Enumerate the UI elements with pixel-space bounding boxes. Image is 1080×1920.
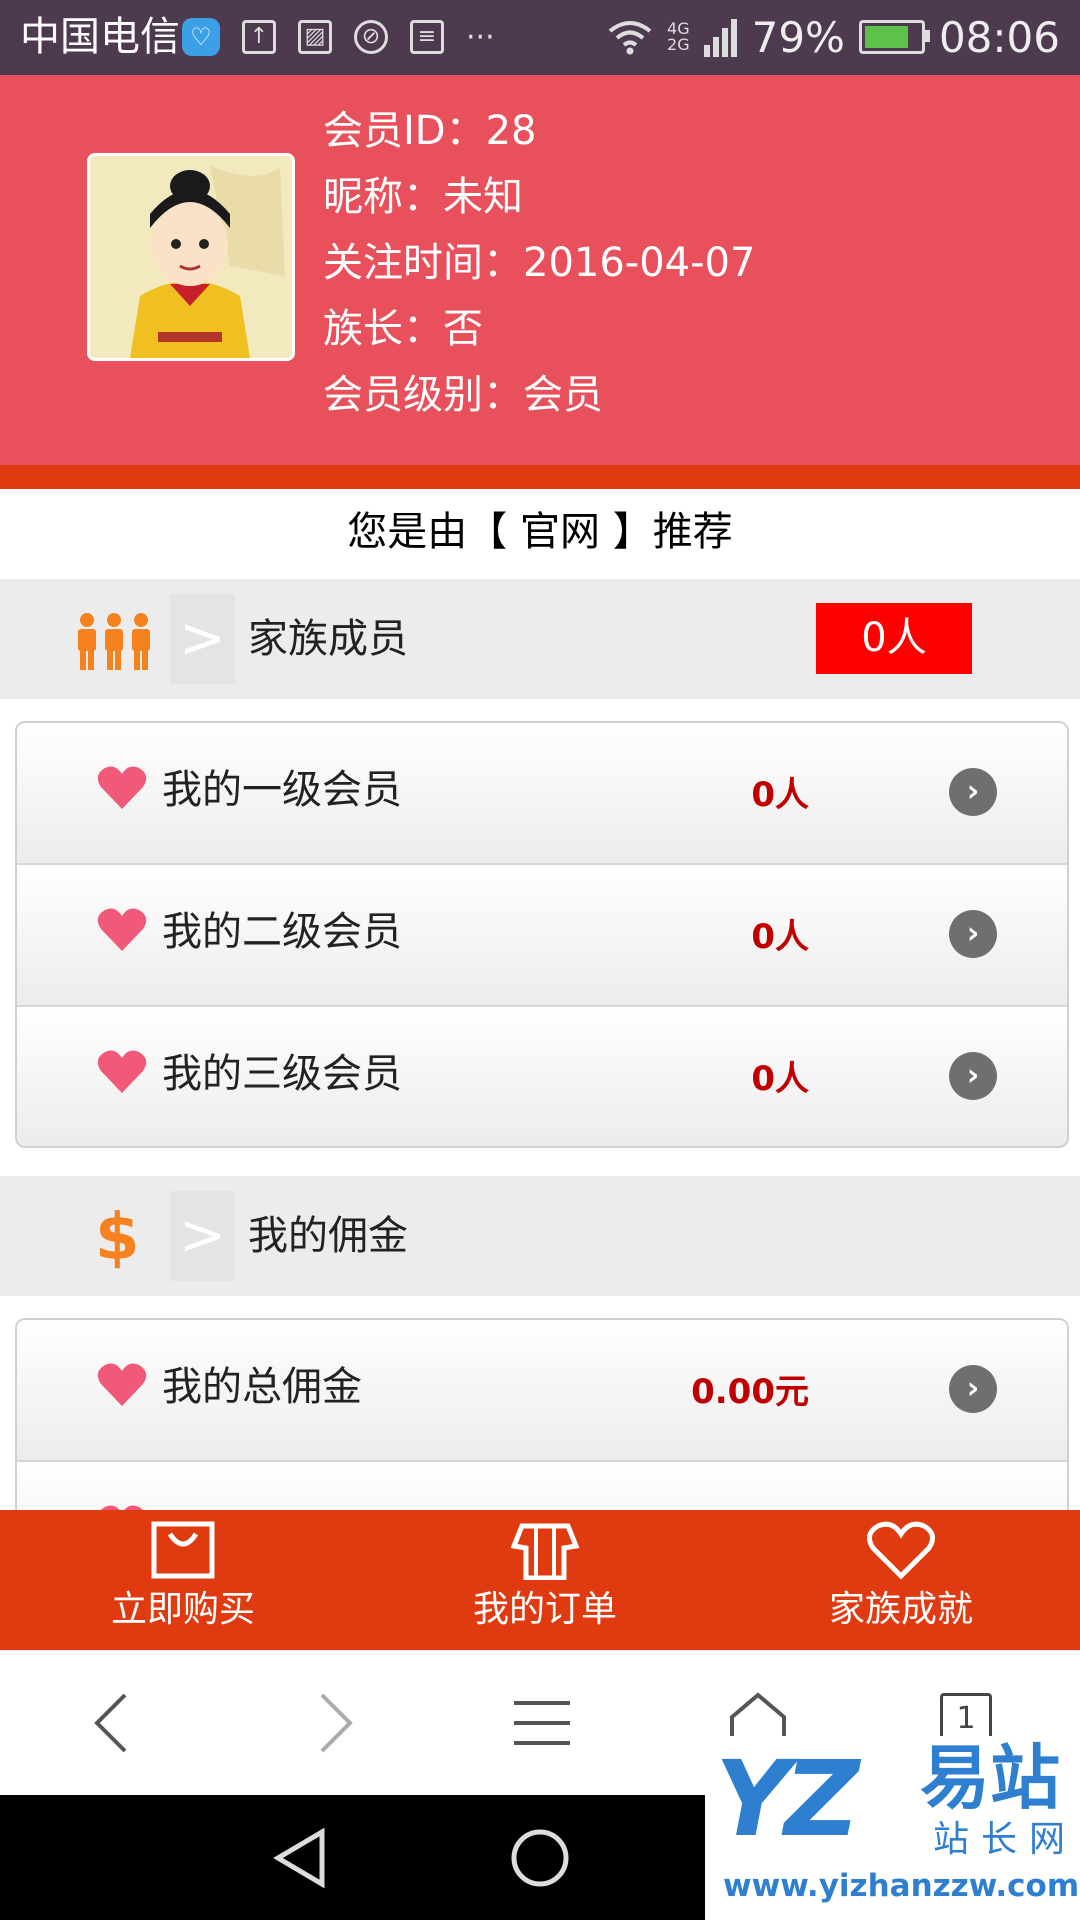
recommend-suffix: 推荐: [652, 509, 733, 555]
nickname: 昵称：未知: [323, 174, 523, 220]
patriarch-status: 族长：否: [323, 306, 483, 352]
menu-button[interactable]: [480, 1651, 600, 1796]
menu-icon: [514, 1701, 570, 1745]
header-stripe: [0, 465, 1080, 489]
watermark-yz: YZ: [715, 1738, 860, 1860]
commission-chevron-icon: >: [170, 1191, 235, 1281]
news-icon: ≡: [410, 20, 444, 54]
member-id: 会员ID：28: [323, 108, 537, 154]
avatar[interactable]: [87, 153, 295, 361]
watermark-logo: YZ 易站 站长网 www.yizhanzzw.com: [705, 1736, 1080, 1920]
chevron-right-icon[interactable]: ›: [949, 1365, 997, 1413]
chevron-right-icon[interactable]: ›: [949, 1052, 997, 1100]
system-home-icon[interactable]: [510, 1828, 570, 1888]
nav-label: 立即购买: [110, 1589, 255, 1630]
list-item-value: 0人: [751, 775, 809, 815]
image-icon: ▨: [298, 20, 332, 54]
list-item-level-1[interactable]: 我的一级会员 0人 ›: [17, 723, 1067, 865]
app-bottom-nav: 立即购买 我的订单 家族成就: [0, 1510, 1080, 1650]
upload-icon: ↑: [242, 20, 276, 54]
health-badge-icon: ♡: [182, 18, 220, 56]
battery-fill: [864, 26, 908, 48]
list-item-label: 我的一级会员: [162, 767, 402, 813]
heart-outline-icon: [866, 1521, 936, 1580]
network-2g: 2G: [667, 35, 690, 54]
dollar-icon: $: [95, 1201, 140, 1275]
follow-time: 关注时间：2016-04-07: [323, 240, 756, 286]
avatar-cartoon: [90, 156, 292, 358]
nav-label: 家族成就: [828, 1589, 973, 1630]
heart-icon: [97, 1363, 147, 1406]
commission-section-header[interactable]: [0, 1176, 1080, 1296]
member-level: 会员级别：会员: [323, 372, 603, 418]
forward-button[interactable]: [272, 1651, 392, 1796]
recommend-source: 【 官网 】: [467, 509, 653, 555]
list-item-label: 我的总佣金: [162, 1364, 362, 1410]
family-chevron-icon: >: [170, 594, 235, 684]
network-type: 4G 2G: [667, 21, 690, 53]
family-members-list: 我的一级会员 0人 › 我的二级会员 0人 › 我的三级会员 0人 ›: [15, 721, 1069, 1148]
nav-family-achievement[interactable]: 家族成就: [781, 1510, 1021, 1650]
family-count-badge: 0人: [816, 603, 972, 674]
carrier-name: 中国电信: [20, 14, 180, 60]
list-item-level-3[interactable]: 我的三级会员 0人 ›: [17, 1007, 1067, 1146]
shopping-bag-icon: [151, 1521, 215, 1579]
recommender-line: 您是由【 官网 】推荐: [0, 497, 1080, 567]
list-item-value: 0人: [751, 1059, 809, 1099]
chevron-right-icon[interactable]: ›: [949, 910, 997, 958]
notification-icons: ♡ ↑ ▨ ⊘ ≡ ···: [182, 16, 495, 58]
list-item-level-2[interactable]: 我的二级会员 0人 ›: [17, 865, 1067, 1007]
camera-off-icon: ⊘: [354, 20, 388, 54]
status-right: 4G 2G 79% 08:06: [607, 12, 1060, 62]
system-back-icon[interactable]: [272, 1828, 328, 1888]
status-bar: 中国电信 ♡ ↑ ▨ ⊘ ≡ ··· 4G 2G 79% 08:06: [0, 0, 1080, 75]
list-item-value: 0人: [751, 917, 809, 957]
nav-label: 我的订单: [472, 1589, 617, 1630]
battery-icon: [858, 20, 930, 54]
heart-icon: [97, 766, 147, 809]
arrow-left-icon: [94, 1693, 127, 1753]
watermark-brand: 易站: [920, 1737, 1060, 1819]
arrow-right-icon: [320, 1693, 353, 1753]
back-button[interactable]: [55, 1651, 175, 1796]
nav-buy-now[interactable]: 立即购买: [63, 1510, 303, 1650]
list-item-value: 0.00元: [691, 1372, 809, 1412]
list-item-total-commission[interactable]: 我的总佣金 0.00元 ›: [17, 1320, 1067, 1462]
battery-percent: 79%: [751, 12, 845, 62]
signal-icon: [703, 19, 737, 57]
chevron-right-icon[interactable]: ›: [949, 768, 997, 816]
list-item-label: 我的三级会员: [162, 1051, 402, 1097]
watermark-subtitle: 站长网: [933, 1819, 1078, 1860]
more-dots-icon: ···: [466, 19, 495, 55]
shirt-icon: [510, 1523, 580, 1580]
clock: 08:06: [938, 12, 1060, 62]
nav-my-orders[interactable]: 我的订单: [425, 1510, 665, 1650]
list-item-label: 我的二级会员: [162, 909, 402, 955]
wifi-icon: [608, 21, 652, 55]
recommend-prefix: 您是由: [347, 509, 468, 555]
watermark-url: www.yizhanzzw.com: [723, 1868, 1080, 1904]
heart-icon: [97, 1050, 147, 1093]
commission-section-title: 我的佣金: [248, 1213, 408, 1259]
heart-icon: [97, 908, 147, 951]
family-section-title: 家族成员: [248, 616, 408, 662]
family-people-icon: [78, 613, 150, 670]
